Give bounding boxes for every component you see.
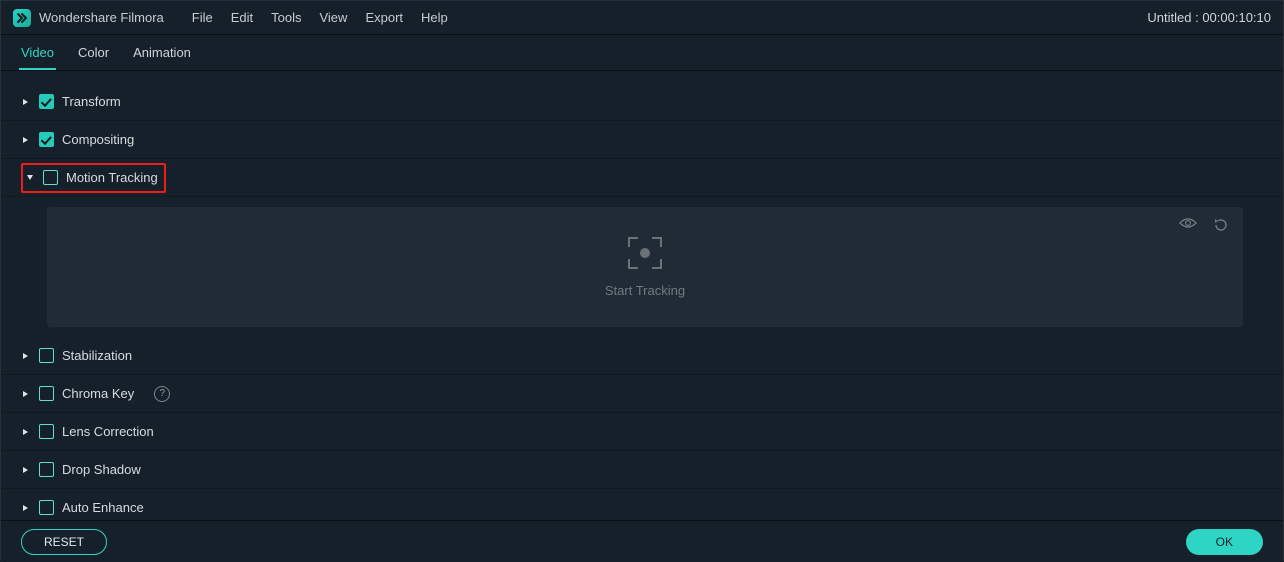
section-drop-shadow[interactable]: Drop Shadow [1, 451, 1283, 489]
compositing-checkbox[interactable] [39, 132, 54, 147]
transform-checkbox[interactable] [39, 94, 54, 109]
section-label: Motion Tracking [66, 170, 158, 185]
project-title: Untitled : 00:00:10:10 [1147, 10, 1271, 25]
section-label: Drop Shadow [62, 462, 141, 477]
chevron-right-icon [21, 97, 31, 107]
app-name: Wondershare Filmora [39, 10, 164, 25]
tab-video[interactable]: Video [19, 45, 56, 70]
menu-tools[interactable]: Tools [271, 10, 301, 25]
section-chroma-key[interactable]: Chroma Key ? [1, 375, 1283, 413]
chevron-right-icon [21, 389, 31, 399]
footer-bar: RESET OK [1, 520, 1283, 562]
auto-enhance-checkbox[interactable] [39, 500, 54, 515]
top-bar: Wondershare Filmora File Edit Tools View… [1, 1, 1283, 35]
chevron-right-icon [21, 465, 31, 475]
chroma-key-checkbox[interactable] [39, 386, 54, 401]
drop-shadow-checkbox[interactable] [39, 462, 54, 477]
tracker-target-icon[interactable] [628, 237, 662, 269]
reset-icon[interactable] [1213, 217, 1229, 236]
motion-tracking-highlight: Motion Tracking [21, 163, 166, 193]
section-compositing[interactable]: Compositing [1, 121, 1283, 159]
chevron-right-icon [21, 135, 31, 145]
main-menu: File Edit Tools View Export Help [192, 10, 448, 25]
section-label: Compositing [62, 132, 134, 147]
ok-button[interactable]: OK [1186, 529, 1263, 555]
stabilization-checkbox[interactable] [39, 348, 54, 363]
video-panel: Transform Compositing Motion Tracking [1, 71, 1283, 520]
app-logo: Wondershare Filmora [13, 9, 164, 27]
chevron-down-icon [25, 173, 35, 183]
section-auto-enhance[interactable]: Auto Enhance [1, 489, 1283, 520]
eye-icon[interactable] [1179, 217, 1197, 236]
tab-color[interactable]: Color [76, 45, 111, 70]
help-icon[interactable]: ? [154, 386, 170, 402]
section-label: Auto Enhance [62, 500, 144, 515]
menu-file[interactable]: File [192, 10, 213, 25]
motion-tracking-checkbox[interactable] [43, 170, 58, 185]
motion-tracking-panel: Start Tracking [47, 207, 1243, 327]
section-lens-correction[interactable]: Lens Correction [1, 413, 1283, 451]
chevron-right-icon [21, 503, 31, 513]
menu-view[interactable]: View [319, 10, 347, 25]
logo-icon [13, 9, 31, 27]
tab-animation[interactable]: Animation [131, 45, 193, 70]
tab-strip: Video Color Animation [1, 35, 1283, 71]
chevron-right-icon [21, 351, 31, 361]
chevron-right-icon [21, 427, 31, 437]
menu-edit[interactable]: Edit [231, 10, 253, 25]
section-motion-tracking[interactable]: Motion Tracking [1, 159, 1283, 197]
section-label: Chroma Key [62, 386, 134, 401]
start-tracking-button[interactable]: Start Tracking [605, 283, 685, 298]
menu-export[interactable]: Export [365, 10, 403, 25]
reset-button[interactable]: RESET [21, 529, 107, 555]
lens-correction-checkbox[interactable] [39, 424, 54, 439]
section-label: Stabilization [62, 348, 132, 363]
menu-help[interactable]: Help [421, 10, 448, 25]
section-label: Transform [62, 94, 121, 109]
section-transform[interactable]: Transform [1, 83, 1283, 121]
section-label: Lens Correction [62, 424, 154, 439]
section-stabilization[interactable]: Stabilization [1, 337, 1283, 375]
